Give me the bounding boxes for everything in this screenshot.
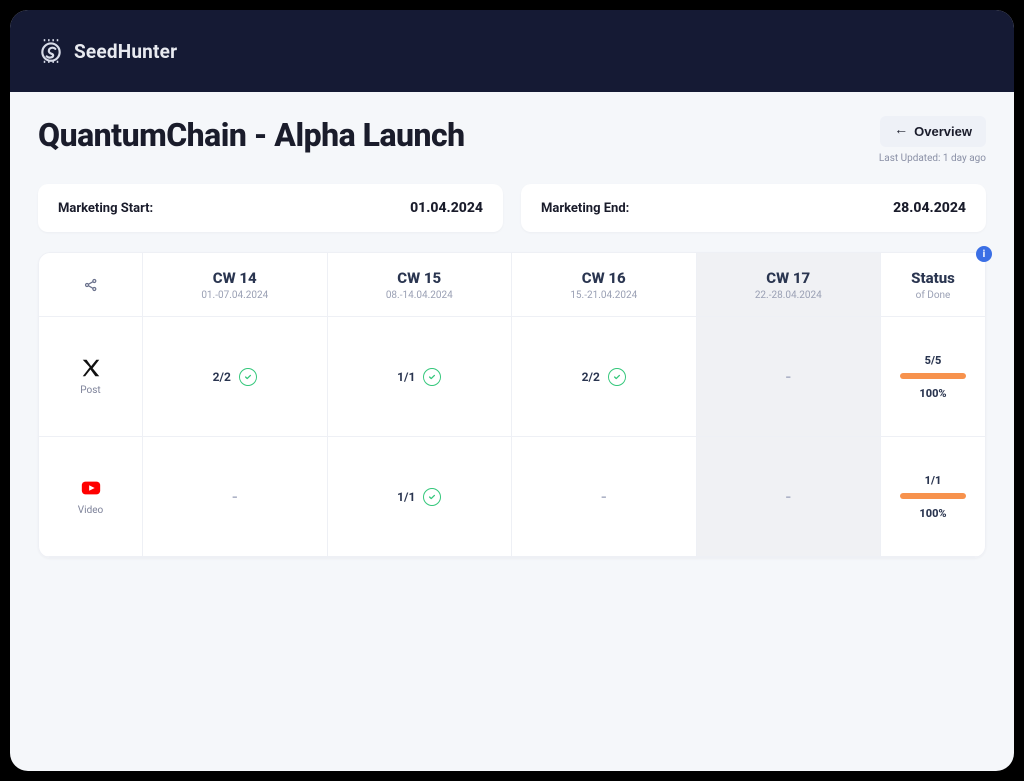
title-right: Overview Last Updated: 1 day ago [879, 116, 986, 164]
week-range: 08.-14.04.2024 [386, 290, 453, 301]
cell-count: 2/2 [582, 370, 600, 384]
week-title: CW 15 [397, 269, 441, 287]
content-area: QuantumChain - Alpha Launch Overview Las… [10, 92, 1014, 771]
info-icon[interactable]: i [976, 246, 992, 262]
marketing-start-label: Marketing Start: [58, 201, 153, 216]
progress-bar [900, 493, 966, 499]
info-cards: Marketing Start: 01.04.2024 Marketing En… [38, 184, 986, 232]
status-column-header: Status of Done [881, 253, 985, 317]
check-icon [423, 368, 441, 386]
share-icon [83, 277, 99, 293]
check-icon [608, 368, 626, 386]
cell-value: 2/2 [213, 368, 257, 386]
marketing-start-value: 01.04.2024 [410, 200, 483, 216]
cell-count: 1/1 [397, 370, 415, 384]
row-header: Video [39, 437, 143, 557]
app-window: SeedHunter QuantumChain - Alpha Launch O… [10, 10, 1014, 771]
arrow-left-icon [894, 128, 908, 136]
brand-icon [38, 38, 64, 64]
cell-value: 2/2 [582, 368, 626, 386]
status-title: Status [911, 269, 955, 287]
status-cell: 5/5 100% [881, 317, 985, 437]
x-post-icon [80, 357, 102, 379]
check-icon [239, 368, 257, 386]
week-title: CW 17 [766, 269, 810, 287]
status-percent: 100% [919, 507, 946, 520]
marketing-end-value: 28.04.2024 [893, 200, 966, 216]
status-percent: 100% [919, 387, 946, 400]
progress-bar [900, 373, 966, 379]
marketing-end-label: Marketing End: [541, 201, 629, 216]
week-title: CW 16 [582, 269, 626, 287]
empty-value: - [785, 367, 791, 386]
week-range: 15.-21.04.2024 [570, 290, 637, 301]
status-cell: 1/1 100% [881, 437, 985, 557]
cell-count: 2/2 [213, 370, 231, 384]
overview-button[interactable]: Overview [880, 116, 986, 147]
schedule-cell[interactable]: 2/2 [143, 317, 328, 437]
week-range: 22.-28.04.2024 [755, 290, 822, 301]
cell-count: 1/1 [397, 490, 415, 504]
schedule-cell[interactable]: - [512, 437, 697, 557]
status-count: 1/1 [925, 474, 942, 487]
brand: SeedHunter [38, 38, 177, 64]
week-column-header: CW 15 08.-14.04.2024 [328, 253, 513, 317]
empty-value: - [232, 487, 238, 506]
row-header: Post [39, 317, 143, 437]
schedule-table: i CW 1401.-07.04.2024CW 1508.-14.04.2024… [38, 252, 986, 558]
top-bar: SeedHunter [10, 10, 1014, 92]
week-range: 01.-07.04.2024 [201, 290, 268, 301]
row-label: Post [80, 385, 100, 396]
status-count: 5/5 [925, 354, 942, 367]
marketing-start-card: Marketing Start: 01.04.2024 [38, 184, 503, 232]
last-updated: Last Updated: 1 day ago [879, 153, 986, 164]
overview-button-label: Overview [914, 124, 972, 139]
cell-value: 1/1 [397, 368, 441, 386]
schedule-grid: CW 1401.-07.04.2024CW 1508.-14.04.2024CW… [38, 252, 986, 558]
share-column-header [39, 253, 143, 317]
schedule-cell[interactable]: - [143, 437, 328, 557]
row-label: Video [78, 505, 103, 516]
marketing-end-card: Marketing End: 28.04.2024 [521, 184, 986, 232]
week-column-header: CW 16 15.-21.04.2024 [512, 253, 697, 317]
empty-value: - [601, 487, 607, 506]
page-title: QuantumChain - Alpha Launch [38, 116, 465, 154]
week-column-header: CW 14 01.-07.04.2024 [143, 253, 328, 317]
cell-value: 1/1 [397, 488, 441, 506]
week-column-header: CW 17 22.-28.04.2024 [697, 253, 882, 317]
schedule-cell[interactable]: - [697, 317, 882, 437]
brand-name: SeedHunter [74, 40, 177, 63]
check-icon [423, 488, 441, 506]
schedule-cell[interactable]: 2/2 [512, 317, 697, 437]
title-row: QuantumChain - Alpha Launch Overview Las… [38, 116, 986, 164]
schedule-cell[interactable]: 1/1 [328, 317, 513, 437]
week-title: CW 14 [213, 269, 257, 287]
empty-value: - [785, 487, 791, 506]
youtube-icon [80, 477, 102, 499]
schedule-cell[interactable]: 1/1 [328, 437, 513, 557]
status-subtitle: of Done [916, 290, 951, 301]
schedule-cell[interactable]: - [697, 437, 882, 557]
